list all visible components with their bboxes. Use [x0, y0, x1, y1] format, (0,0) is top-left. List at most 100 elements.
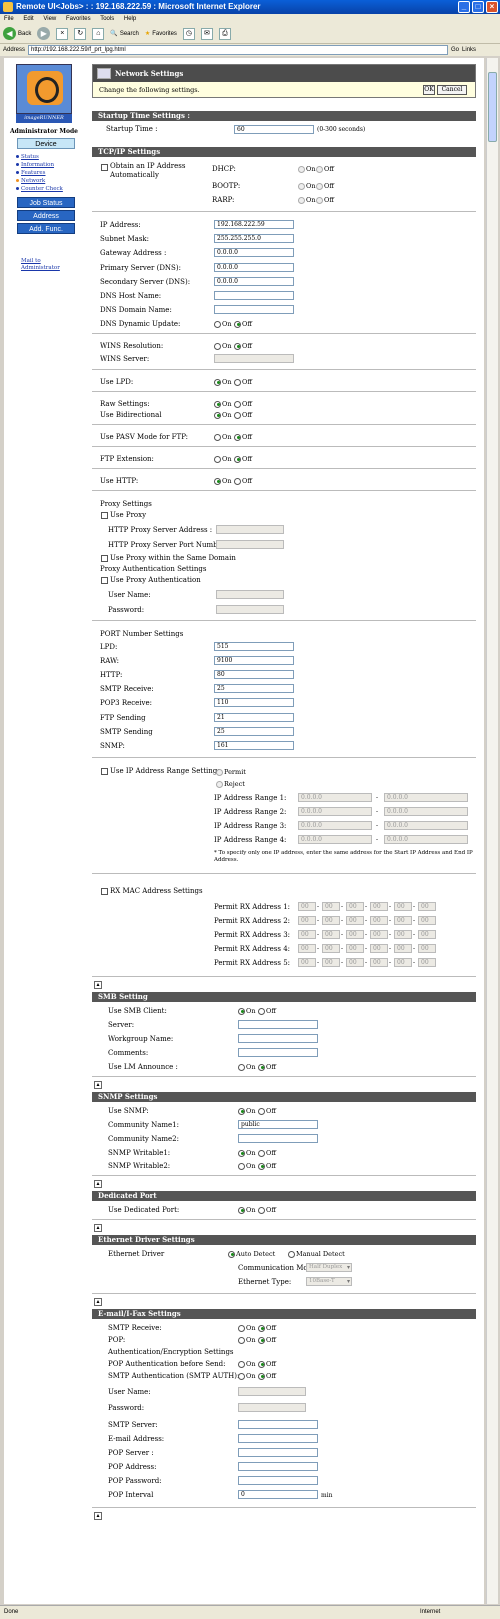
smtp-auth-on-radio[interactable]: On: [238, 1372, 256, 1380]
primary-dns-input[interactable]: 0.0.0.0: [214, 263, 294, 272]
obtain-ip-checkbox[interactable]: [101, 164, 108, 171]
ok-button[interactable]: OK: [423, 85, 435, 95]
port-ftp-input[interactable]: 21: [214, 713, 294, 722]
auto-detect-radio[interactable]: Auto Detect: [228, 1250, 275, 1258]
snmp-on-radio[interactable]: On: [238, 1107, 256, 1115]
smtp-server-input[interactable]: [238, 1420, 318, 1429]
ip-address-input[interactable]: 192.168.222.59: [214, 220, 294, 229]
mac-row-2-octet-3[interactable]: 00: [346, 916, 364, 925]
menu-view[interactable]: View: [43, 16, 56, 22]
job-status-button[interactable]: Job Status: [17, 197, 75, 208]
smb-server-input[interactable]: [238, 1020, 318, 1029]
port-http-input[interactable]: 80: [214, 670, 294, 679]
mac-row-3-octet-3[interactable]: 00: [346, 930, 364, 939]
go-button[interactable]: Go: [451, 47, 459, 53]
mac-row-2-octet-1[interactable]: 00: [298, 916, 316, 925]
bidir-off-radio[interactable]: Off: [234, 411, 252, 419]
http-off-radio[interactable]: Off: [234, 477, 252, 485]
stop-icon[interactable]: ×: [56, 27, 69, 40]
maximize-button[interactable]: □: [472, 1, 484, 13]
mac-row-1-octet-2[interactable]: 00: [322, 902, 340, 911]
community2-input[interactable]: [238, 1134, 318, 1143]
cancel-button[interactable]: Cancel: [437, 85, 467, 95]
menu-help[interactable]: Help: [124, 16, 136, 22]
mac-row-4-octet-3[interactable]: 00: [346, 944, 364, 953]
wins-off-radio[interactable]: Off: [234, 342, 252, 350]
use-proxy-checkbox[interactable]: [101, 512, 108, 519]
mac-row-4-octet-6[interactable]: 00: [418, 944, 436, 953]
dedicated-on-radio[interactable]: On: [238, 1206, 256, 1214]
collapse-icon[interactable]: ▴: [94, 981, 102, 989]
forward-button[interactable]: ▶: [37, 27, 51, 40]
back-button[interactable]: ◀ Back: [3, 27, 31, 40]
subnet-mask-input[interactable]: 255.255.255.0: [214, 234, 294, 243]
menu-tools[interactable]: Tools: [100, 16, 114, 22]
mac-row-2-octet-2[interactable]: 00: [322, 916, 340, 925]
writable1-on-radio[interactable]: On: [238, 1149, 256, 1157]
mac-row-4-octet-1[interactable]: 00: [298, 944, 316, 953]
sidebar-link-information[interactable]: Information: [16, 162, 54, 168]
email-password-input[interactable]: [238, 1403, 306, 1412]
mac-row-5-octet-5[interactable]: 00: [394, 958, 412, 967]
mac-row-5-octet-1[interactable]: 00: [298, 958, 316, 967]
search-button[interactable]: 🔍 Search: [110, 30, 139, 38]
ftp-ext-on-radio[interactable]: On: [214, 455, 232, 463]
vertical-scrollbar[interactable]: [486, 58, 498, 1604]
mac-row-4-octet-5[interactable]: 00: [394, 944, 412, 953]
scrollbar-thumb[interactable]: [488, 72, 497, 142]
pasv-off-radio[interactable]: Off: [234, 433, 252, 441]
address-input[interactable]: http://192.168.222.59/f_prt_lpg.html: [28, 45, 449, 55]
bootp-off-radio[interactable]: Off: [316, 182, 334, 190]
mac-row-1-octet-1[interactable]: 00: [298, 902, 316, 911]
ip-range-4-end[interactable]: 0.0.0.0: [384, 835, 468, 844]
sidebar-link-network[interactable]: Network: [16, 178, 45, 184]
dedicated-off-radio[interactable]: Off: [258, 1206, 276, 1214]
minimize-button[interactable]: _: [458, 1, 470, 13]
mac-row-2-octet-5[interactable]: 00: [394, 916, 412, 925]
lpd-on-radio[interactable]: On: [214, 378, 232, 386]
dns-dynamic-off-radio[interactable]: Off: [234, 320, 252, 328]
dns-host-input[interactable]: [214, 291, 294, 300]
bootp-on-radio[interactable]: On: [298, 182, 316, 190]
print-icon[interactable]: ⎙: [218, 27, 231, 40]
pop-off-radio[interactable]: Off: [258, 1336, 276, 1344]
pop-server-input[interactable]: [238, 1448, 318, 1457]
rarp-on-radio[interactable]: On: [298, 196, 316, 204]
device-button[interactable]: Device: [17, 138, 75, 149]
links-button[interactable]: Links: [462, 47, 476, 53]
mail-to-admin-link[interactable]: Mail to Administrator: [21, 258, 65, 272]
smb-off-radio[interactable]: Off: [258, 1007, 276, 1015]
raw-off-radio[interactable]: Off: [234, 400, 252, 408]
reject-radio[interactable]: Reject: [216, 780, 245, 788]
port-lpd-input[interactable]: 515: [214, 642, 294, 651]
comm-mode-select[interactable]: Half Duplex: [306, 1263, 352, 1272]
startup-time-input[interactable]: 60: [234, 125, 314, 134]
ftp-ext-off-radio[interactable]: Off: [234, 455, 252, 463]
proxy-domain-checkbox[interactable]: [101, 555, 108, 562]
ethernet-type-select[interactable]: 10Base-T: [306, 1277, 352, 1286]
mac-row-4-octet-2[interactable]: 00: [322, 944, 340, 953]
wins-server-input[interactable]: [214, 354, 294, 363]
secondary-dns-input[interactable]: 0.0.0.0: [214, 277, 294, 286]
permit-radio[interactable]: Permit: [216, 768, 246, 776]
smb-workgroup-input[interactable]: [238, 1034, 318, 1043]
history-icon[interactable]: ◷: [182, 27, 195, 40]
collapse-icon[interactable]: ▴: [94, 1298, 102, 1306]
mac-row-3-octet-1[interactable]: 00: [298, 930, 316, 939]
proxy-port-input[interactable]: [216, 540, 284, 549]
mac-row-2-octet-4[interactable]: 00: [370, 916, 388, 925]
mac-checkbox[interactable]: [101, 888, 108, 895]
rarp-off-radio[interactable]: Off: [316, 196, 334, 204]
gateway-input[interactable]: 0.0.0.0: [214, 248, 294, 257]
add-func-button[interactable]: Add. Func.: [17, 223, 75, 234]
mac-row-1-octet-3[interactable]: 00: [346, 902, 364, 911]
pasv-on-radio[interactable]: On: [214, 433, 232, 441]
email-address-input[interactable]: [238, 1434, 318, 1443]
ip-range-3-start[interactable]: 0.0.0.0: [298, 821, 372, 830]
refresh-icon[interactable]: ↻: [74, 27, 87, 40]
collapse-icon[interactable]: ▴: [94, 1180, 102, 1188]
ip-range-2-start[interactable]: 0.0.0.0: [298, 807, 372, 816]
mac-row-5-octet-3[interactable]: 00: [346, 958, 364, 967]
dhcp-on-radio[interactable]: On: [298, 165, 316, 173]
community1-input[interactable]: public: [238, 1120, 318, 1129]
